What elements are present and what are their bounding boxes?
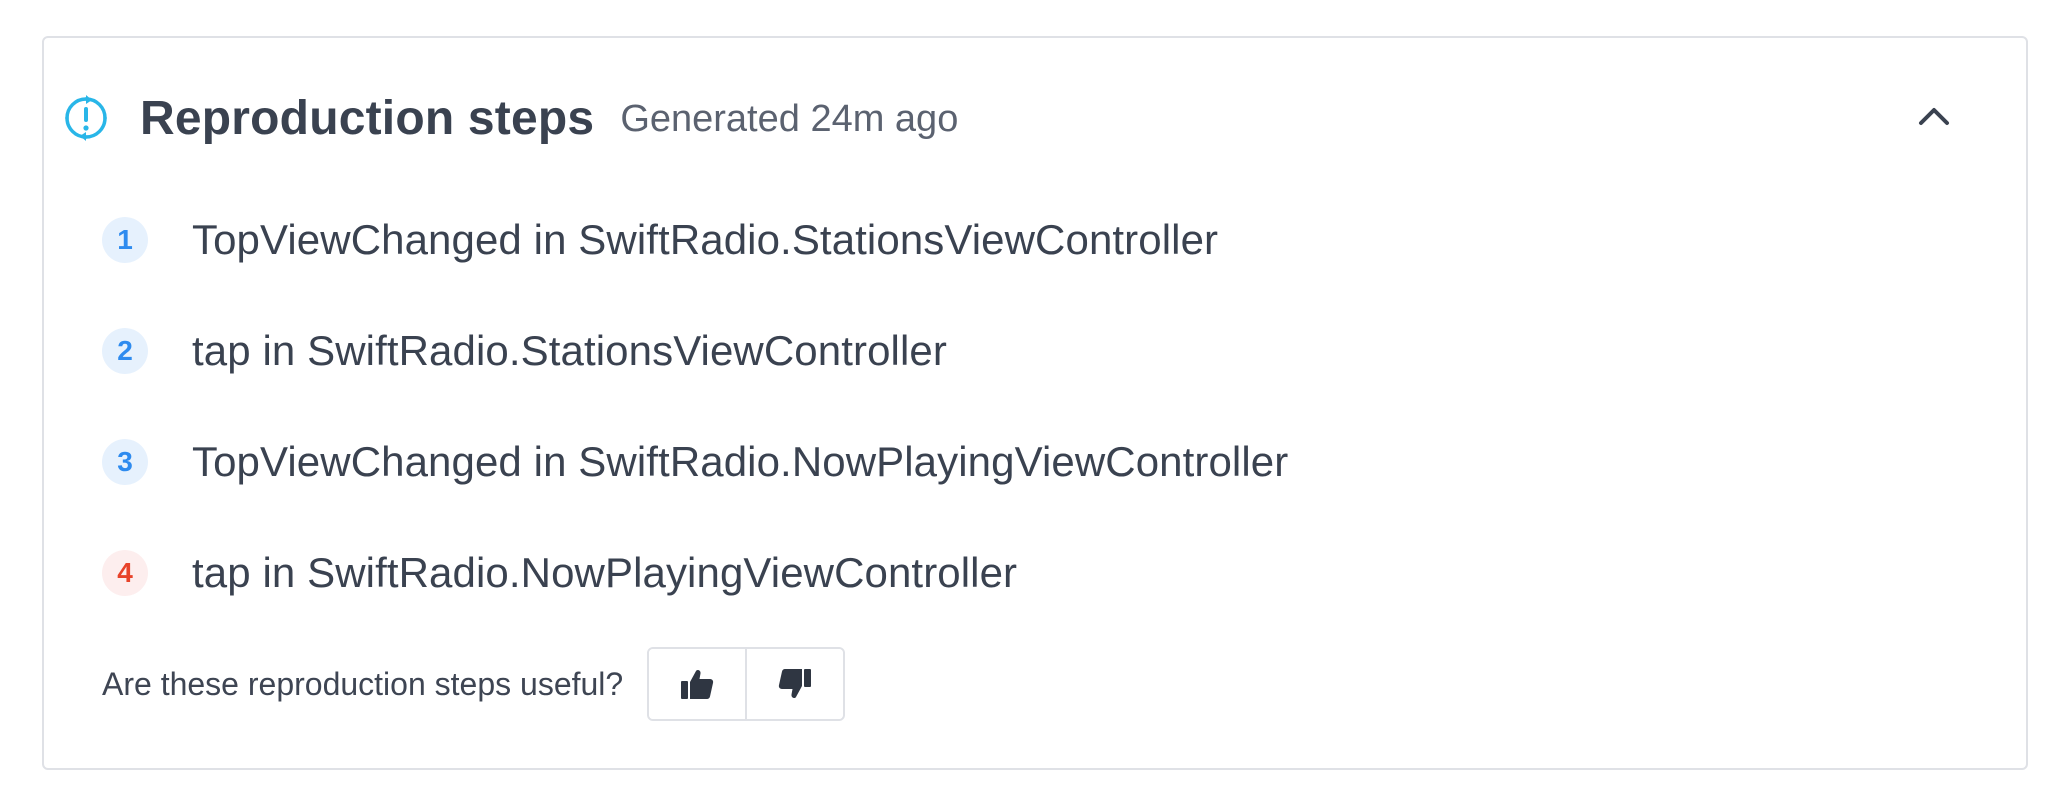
step-text: TopViewChanged in SwiftRadio.NowPlayingV… [192, 437, 1289, 485]
thumbs-down-icon [779, 669, 812, 699]
card-header: Reproduction steps Generated 24m ago [62, 76, 2008, 160]
feedback-row: Are these reproduction steps useful? [102, 646, 846, 722]
step-number-badge-error: 4 [102, 549, 148, 596]
step-text: tap in SwiftRadio.StationsViewController [192, 326, 947, 374]
list-item: 2 tap in SwiftRadio.StationsViewControll… [102, 295, 1288, 406]
generated-timestamp: Generated 24m ago [620, 97, 959, 140]
vote-button-group [647, 647, 846, 721]
step-number-badge: 3 [102, 438, 148, 485]
list-item: 4 tap in SwiftRadio.NowPlayingViewContro… [102, 517, 1288, 628]
thumbs-up-icon [681, 669, 714, 699]
sync-alert-icon [62, 94, 110, 142]
step-text: tap in SwiftRadio.NowPlayingViewControll… [192, 548, 1018, 596]
step-number-badge: 1 [102, 216, 148, 263]
list-item: 3 TopViewChanged in SwiftRadio.NowPlayin… [102, 406, 1288, 517]
step-text: TopViewChanged in SwiftRadio.StationsVie… [192, 215, 1219, 263]
card-title: Reproduction steps [140, 91, 595, 145]
step-number-badge: 2 [102, 327, 148, 374]
feedback-question: Are these reproduction steps useful? [102, 665, 624, 702]
thumbs-down-button[interactable] [745, 649, 844, 719]
list-item: 1 TopViewChanged in SwiftRadio.StationsV… [102, 184, 1288, 295]
chevron-up-icon[interactable] [1912, 94, 1956, 138]
thumbs-up-button[interactable] [649, 649, 746, 719]
steps-list: 1 TopViewChanged in SwiftRadio.StationsV… [102, 184, 1288, 628]
